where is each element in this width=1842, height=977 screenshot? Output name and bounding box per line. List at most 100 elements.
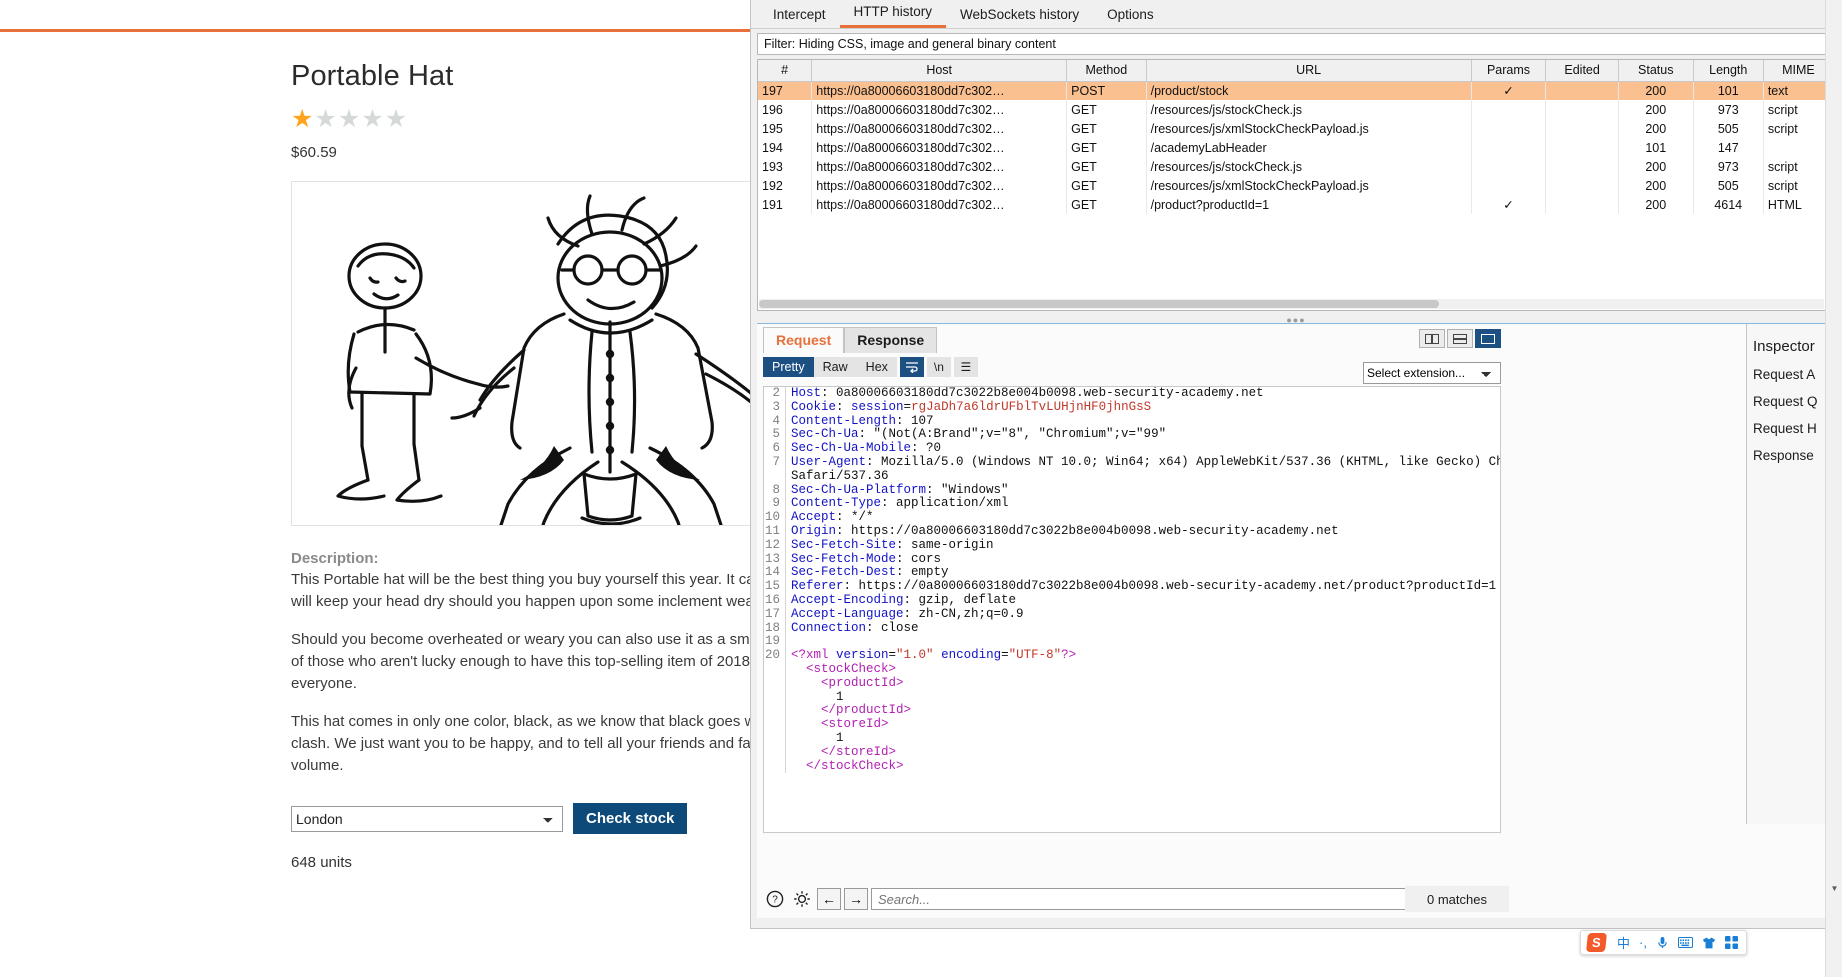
- ime-keyboard-icon[interactable]: [1678, 937, 1693, 948]
- cell-edited: [1546, 138, 1618, 157]
- code-line-text: 1: [791, 691, 844, 705]
- code-line-text: Cookie: session=rgJaDh7a6ldrUFblTvLUHjnH…: [791, 401, 1151, 415]
- table-row[interactable]: 197https://0a80006603180dd7c302…POST/pro…: [758, 81, 1834, 100]
- code-line: 12Sec-Fetch-Site: same-origin: [764, 539, 1500, 553]
- tab-http-history[interactable]: HTTP history: [840, 0, 947, 28]
- request-code-area[interactable]: 2Host: 0a80006603180dd7c3022b8e004b0098.…: [763, 386, 1501, 833]
- help-icon[interactable]: ?: [763, 887, 787, 911]
- code-line: 9Content-Type: application/xml: [764, 497, 1500, 511]
- code-line-text: Content-Type: application/xml: [791, 497, 1009, 511]
- cell-length: 147: [1693, 138, 1763, 157]
- tab-options[interactable]: Options: [1093, 3, 1168, 28]
- cell-edited: [1546, 100, 1618, 119]
- tab-intercept[interactable]: Intercept: [759, 3, 840, 28]
- cell-edited: [1546, 157, 1618, 176]
- code-line: 16Accept-Encoding: gzip, deflate: [764, 594, 1500, 608]
- ime-punctuation-icon[interactable]: ·,: [1639, 935, 1647, 950]
- cell-mime: script: [1763, 176, 1833, 195]
- line-number: 7: [764, 456, 786, 470]
- line-number: 14: [764, 566, 786, 580]
- cell-host: https://0a80006603180dd7c302…: [812, 81, 1067, 100]
- ime-logo-icon[interactable]: S: [1586, 933, 1607, 952]
- code-line-text: Sec-Ch-Ua-Platform: "Windows": [791, 484, 1009, 498]
- table-row[interactable]: 192https://0a80006603180dd7c302…GET/reso…: [758, 176, 1834, 195]
- store-select[interactable]: London: [291, 806, 563, 832]
- line-number: 16: [764, 594, 786, 608]
- back-arrow-icon[interactable]: ←: [817, 888, 841, 910]
- col-mime[interactable]: MIME: [1763, 60, 1833, 81]
- line-number: 17: [764, 608, 786, 622]
- line-number: .: [764, 470, 786, 484]
- code-line-text: Sec-Fetch-Dest: empty: [791, 566, 949, 580]
- layout-toggle-group: [1419, 329, 1501, 348]
- panel-splitter[interactable]: ●●●: [757, 313, 1835, 323]
- page-vertical-scrollbar[interactable]: ▼: [1825, 0, 1842, 977]
- layout-vertical-split-icon[interactable]: [1419, 329, 1445, 348]
- code-line-text: Sec-Ch-Ua-Mobile: ?0: [791, 442, 941, 456]
- ime-mic-icon[interactable]: [1656, 936, 1669, 949]
- svg-text:?: ?: [772, 895, 778, 906]
- cell-num: 197: [758, 81, 812, 100]
- filter-bar[interactable]: Filter: Hiding CSS, image and general bi…: [757, 33, 1835, 55]
- code-line: 11Origin: https://0a80006603180dd7c3022b…: [764, 525, 1500, 539]
- cell-mime: [1763, 138, 1833, 157]
- col-method[interactable]: Method: [1067, 60, 1146, 81]
- col-status[interactable]: Status: [1618, 60, 1693, 81]
- tab-response[interactable]: Response: [844, 327, 937, 353]
- word-wrap-icon[interactable]: [900, 357, 924, 377]
- ime-language-icon[interactable]: 中: [1617, 933, 1630, 952]
- cell-mime: script: [1763, 157, 1833, 176]
- hex-button[interactable]: Hex: [857, 357, 897, 377]
- code-line: 7User-Agent: Mozilla/5.0 (Windows NT 10.…: [764, 456, 1500, 470]
- cell-host: https://0a80006603180dd7c302…: [812, 195, 1067, 214]
- code-line-text: Safari/537.36: [791, 470, 889, 484]
- scroll-down-arrow-icon[interactable]: ▼: [1826, 880, 1842, 897]
- code-line: . 1: [764, 732, 1500, 746]
- history-horizontal-scrollbar[interactable]: [759, 299, 1824, 309]
- line-number: 11: [764, 525, 786, 539]
- ime-skin-icon[interactable]: [1702, 937, 1716, 949]
- cell-mime: script: [1763, 100, 1833, 119]
- col-edited[interactable]: Edited: [1546, 60, 1618, 81]
- cell-status: 101: [1618, 138, 1693, 157]
- raw-button[interactable]: Raw: [814, 357, 857, 377]
- http-history-rows: 197https://0a80006603180dd7c302…POST/pro…: [758, 81, 1834, 214]
- http-history-table: # Host Method URL Params Edited Status L…: [758, 60, 1834, 214]
- tab-request[interactable]: Request: [763, 327, 844, 353]
- cell-params: ✓: [1471, 81, 1546, 100]
- menu-icon[interactable]: ☰: [954, 357, 978, 377]
- code-line-text: </productId>: [791, 704, 911, 718]
- layout-horizontal-split-icon[interactable]: [1447, 329, 1473, 348]
- code-line-text: Sec-Ch-Ua: "(Not(A:Brand";v="8", "Chromi…: [791, 428, 1166, 442]
- table-row[interactable]: 193https://0a80006603180dd7c302…GET/reso…: [758, 157, 1834, 176]
- cell-status: 200: [1618, 157, 1693, 176]
- col-length[interactable]: Length: [1693, 60, 1763, 81]
- check-stock-button[interactable]: Check stock: [573, 803, 687, 834]
- cell-method: POST: [1067, 81, 1146, 100]
- col-url[interactable]: URL: [1146, 60, 1471, 81]
- table-row[interactable]: 195https://0a80006603180dd7c302…GET/reso…: [758, 119, 1834, 138]
- pretty-button[interactable]: Pretty: [763, 357, 814, 377]
- ime-apps-icon[interactable]: [1725, 936, 1738, 949]
- star-icon-5: ★: [385, 105, 408, 133]
- gear-icon[interactable]: [790, 887, 814, 911]
- table-row[interactable]: 196https://0a80006603180dd7c302…GET/reso…: [758, 100, 1834, 119]
- code-line: . Safari/537.36: [764, 470, 1500, 484]
- layout-single-pane-icon[interactable]: [1475, 329, 1501, 348]
- cell-url: /product/stock: [1146, 81, 1471, 100]
- line-number: 4: [764, 415, 786, 429]
- col-host[interactable]: Host: [812, 60, 1067, 81]
- history-scrollbar-thumb[interactable]: [759, 300, 1439, 308]
- col-num[interactable]: #: [758, 60, 812, 81]
- code-line: . </stockCheck>: [764, 760, 1500, 774]
- code-line-text: <storeId>: [791, 718, 889, 732]
- col-params[interactable]: Params: [1471, 60, 1546, 81]
- table-row[interactable]: 194https://0a80006603180dd7c302…GET/acad…: [758, 138, 1834, 157]
- cell-num: 191: [758, 195, 812, 214]
- cell-status: 200: [1618, 195, 1693, 214]
- tab-websockets-history[interactable]: WebSockets history: [946, 3, 1093, 28]
- table-row[interactable]: 191https://0a80006603180dd7c302…GET/prod…: [758, 195, 1834, 214]
- newline-icon[interactable]: \n: [927, 357, 951, 377]
- extension-select[interactable]: Select extension...: [1363, 362, 1501, 384]
- forward-arrow-icon[interactable]: →: [844, 888, 868, 910]
